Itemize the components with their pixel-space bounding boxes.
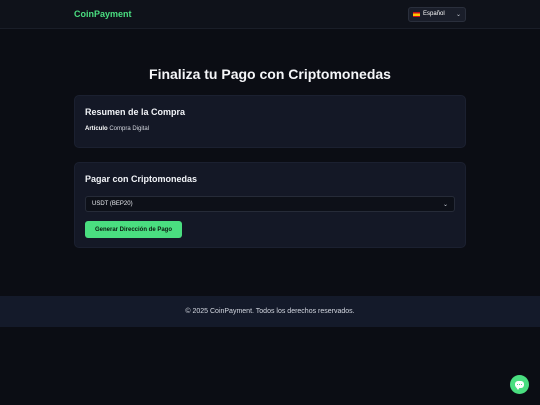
- item-value: Compra Digital: [109, 126, 150, 132]
- currency-select[interactable]: USDT (BEP20) ⌄: [85, 196, 455, 212]
- item-label: Artículo: [85, 126, 108, 132]
- crypto-payment-card: Pagar con Criptomonedas USDT (BEP20) ⌄ G…: [74, 162, 466, 248]
- footer-copyright: © 2025 CoinPayment. Todos los derechos r…: [185, 308, 355, 315]
- page-title: Finaliza tu Pago con Criptomonedas: [149, 66, 391, 82]
- chevron-down-icon: ⌄: [455, 11, 461, 18]
- language-label: Español: [423, 11, 445, 17]
- currency-selected-value: USDT (BEP20): [92, 201, 133, 207]
- payment-title: Pagar con Criptomonedas: [85, 174, 198, 184]
- summary-item-row: Artículo Compra Digital: [85, 126, 455, 132]
- footer: © 2025 CoinPayment. Todos los derechos r…: [0, 296, 540, 327]
- generate-address-button[interactable]: Generar Dirección de Pago: [85, 221, 182, 238]
- chat-button[interactable]: [510, 375, 529, 394]
- language-select[interactable]: Español ⌄: [408, 6, 466, 22]
- summary-title: Resumen de la Compra: [85, 107, 186, 117]
- chevron-down-icon: ⌄: [442, 201, 448, 208]
- spain-flag-icon: [413, 11, 420, 17]
- brand-logo[interactable]: CoinPayment: [74, 9, 132, 19]
- purchase-summary-card: Resumen de la Compra Artículo Compra Dig…: [74, 95, 466, 148]
- chat-bubble-icon: [515, 381, 524, 390]
- header: CoinPayment Español ⌄: [0, 0, 540, 29]
